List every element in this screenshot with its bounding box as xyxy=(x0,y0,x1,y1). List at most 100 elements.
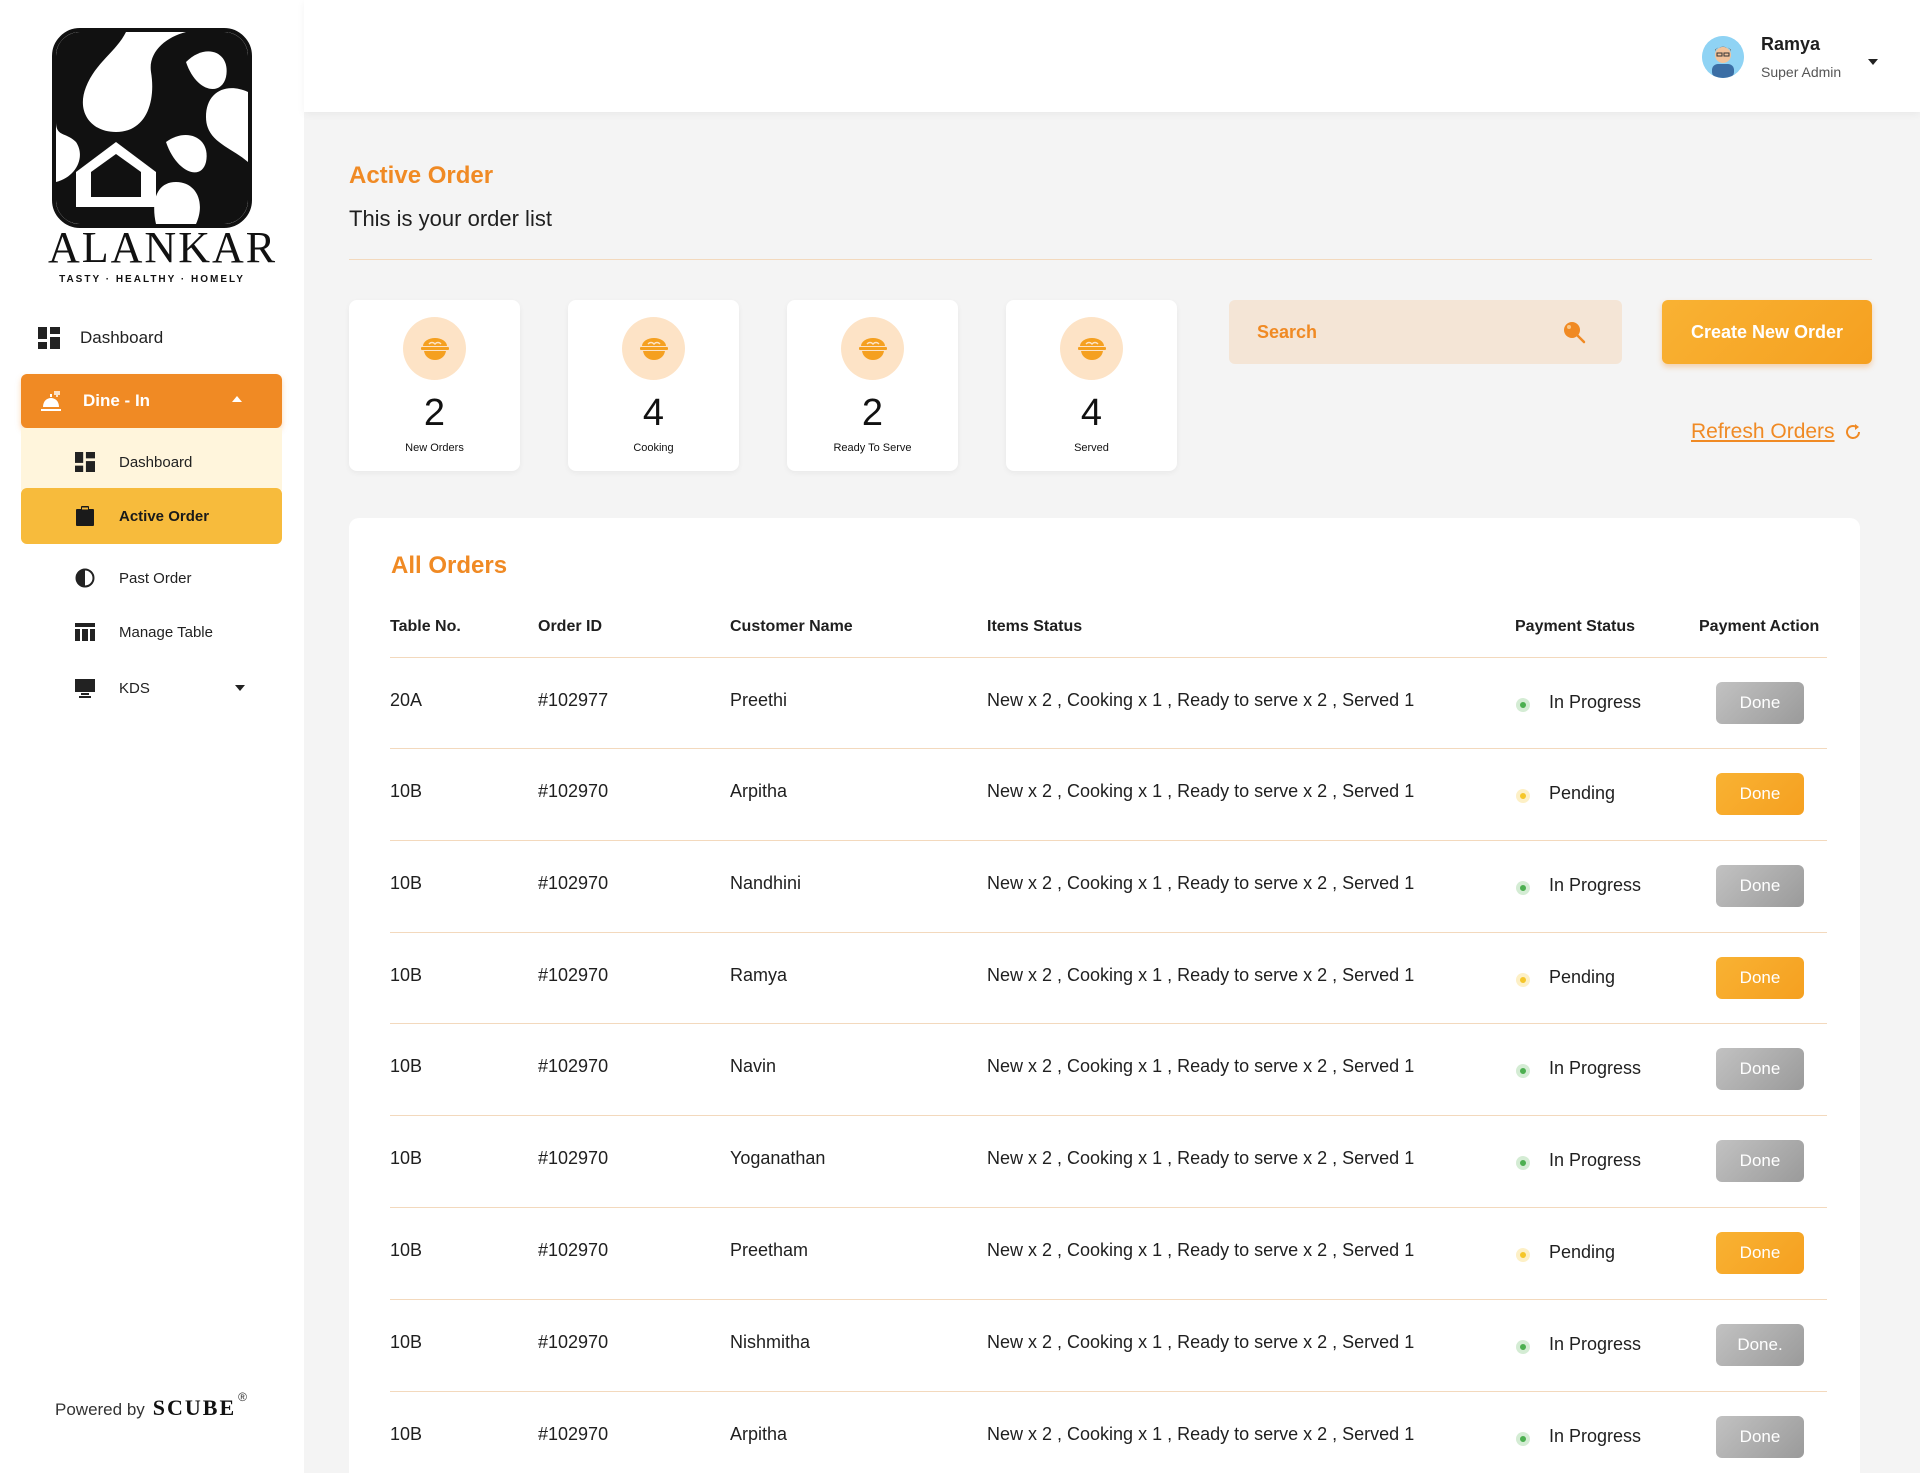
page-title: Active Order xyxy=(349,162,494,189)
cell-customer-name: Arpitha xyxy=(730,1424,788,1444)
avatar[interactable] xyxy=(1702,36,1744,78)
sidebar-item-label: Dashboard xyxy=(80,328,164,347)
logo-emblem-icon xyxy=(52,28,252,228)
payment-status: In Progress xyxy=(1549,1426,1642,1446)
brand-name: ALANKAR xyxy=(48,223,278,272)
sidebar-item-dashboard[interactable]: Dashboard xyxy=(38,322,163,354)
stat-card-new-orders[interactable]: 2 New Orders xyxy=(349,300,520,471)
table-row[interactable]: 10B #102970 Arpitha New x 2 , Cooking x … xyxy=(390,748,1827,840)
all-orders-card: All Orders Table No. Order ID Customer N… xyxy=(349,518,1860,1473)
done-button[interactable]: Done xyxy=(1716,957,1804,999)
powered-by-brand: SCUBE xyxy=(152,1395,237,1420)
sidebar-subitem-manage-table[interactable]: Manage Table xyxy=(75,616,213,648)
page-subtitle: This is your order list xyxy=(349,206,552,231)
table-row[interactable]: 10B #102970 Preetham New x 2 , Cooking x… xyxy=(390,1207,1827,1299)
dining-icon xyxy=(41,391,61,411)
cell-customer-name: Preethi xyxy=(730,690,788,710)
stat-label: Served xyxy=(1074,442,1109,454)
payment-status: In Progress xyxy=(1549,692,1642,712)
brand-logo[interactable]: ALANKAR TASTY · HEALTHY · HOMELY xyxy=(48,26,278,288)
stat-value: 4 xyxy=(1080,392,1103,434)
column-header-table-no: Table No. xyxy=(390,618,461,635)
cell-items-status: New x 2 , Cooking x 1 , Ready to serve x… xyxy=(987,1148,1415,1168)
done-button[interactable]: Done xyxy=(1716,865,1804,907)
sidebar-subitem-past-order[interactable]: Past Order xyxy=(75,562,192,594)
food-bowl-icon xyxy=(622,317,685,380)
cell-items-status: New x 2 , Cooking x 1 , Ready to serve x… xyxy=(987,873,1415,893)
payment-status: Pending xyxy=(1549,783,1616,803)
cell-items-status: New x 2 , Cooking x 1 , Ready to serve x… xyxy=(987,690,1415,710)
cell-order-id: #102977 xyxy=(538,690,609,710)
stat-card-ready-to-serve[interactable]: 2 Ready To Serve xyxy=(787,300,958,471)
sidebar-subitem-active-order[interactable]: Active Order xyxy=(21,488,282,544)
user-role: Super Admin xyxy=(1761,64,1842,80)
done-button[interactable]: Done xyxy=(1716,773,1804,815)
cell-customer-name: Arpitha xyxy=(730,781,788,801)
table-row[interactable]: 20A #102977 Preethi New x 2 , Cooking x … xyxy=(390,657,1827,749)
search-bar xyxy=(1229,300,1622,364)
stat-card-cooking[interactable]: 4 Cooking xyxy=(568,300,739,471)
chevron-up-icon xyxy=(232,396,242,402)
cell-table-no: 20A xyxy=(390,690,423,710)
refresh-orders-label: Refresh Orders xyxy=(1691,420,1835,443)
cell-order-id: #102970 xyxy=(538,1332,609,1352)
monitor-icon xyxy=(75,679,95,698)
stat-card-served[interactable]: 4 Served xyxy=(1006,300,1177,471)
top-header: Ramya Super Admin xyxy=(304,0,1920,112)
cell-items-status: New x 2 , Cooking x 1 , Ready to serve x… xyxy=(987,781,1415,801)
food-bowl-icon xyxy=(1060,317,1123,380)
status-dot-icon xyxy=(1516,1156,1530,1170)
column-header-items-status: Items Status xyxy=(987,618,1083,635)
sidebar-item-dine-in[interactable]: Dine - In xyxy=(21,374,282,428)
pie-chart-icon xyxy=(75,568,95,588)
table-row[interactable]: 10B #102970 Ramya New x 2 , Cooking x 1 … xyxy=(390,932,1827,1024)
column-header-customer-name: Customer Name xyxy=(730,618,853,635)
stat-value: 2 xyxy=(861,392,884,434)
cell-items-status: New x 2 , Cooking x 1 , Ready to serve x… xyxy=(987,1424,1415,1444)
done-button[interactable]: Done xyxy=(1716,1048,1804,1090)
cell-table-no: 10B xyxy=(390,1332,423,1352)
table-row[interactable]: 10B #102970 Navin New x 2 , Cooking x 1 … xyxy=(390,1023,1827,1115)
payment-status: Pending xyxy=(1549,967,1616,987)
cell-order-id: #102970 xyxy=(538,1056,609,1076)
refresh-orders-link[interactable]: Refresh Orders xyxy=(1691,420,1863,444)
search-input[interactable] xyxy=(1257,321,1557,343)
chevron-down-icon[interactable] xyxy=(1868,59,1878,65)
user-name: Ramya xyxy=(1761,34,1821,54)
refresh-icon xyxy=(1845,424,1860,439)
cell-items-status: New x 2 , Cooking x 1 , Ready to serve x… xyxy=(987,1240,1415,1260)
cell-table-no: 10B xyxy=(390,1148,423,1168)
done-button[interactable]: Done. xyxy=(1716,1324,1804,1366)
cell-customer-name: Nandhini xyxy=(730,873,802,893)
sidebar-subitem-dashboard[interactable]: Dashboard xyxy=(75,446,192,478)
cell-table-no: 10B xyxy=(390,1424,423,1444)
payment-status: In Progress xyxy=(1549,875,1642,895)
table-row[interactable]: 10B #102970 Yoganathan New x 2 , Cooking… xyxy=(390,1115,1827,1207)
status-dot-icon xyxy=(1516,881,1530,895)
cell-table-no: 10B xyxy=(390,781,423,801)
done-button[interactable]: Done xyxy=(1716,1232,1804,1274)
sidebar-item-label: KDS xyxy=(119,679,150,697)
table-row[interactable]: 10B #102970 Nandhini New x 2 , Cooking x… xyxy=(390,840,1827,932)
sidebar-subitem-kds[interactable]: KDS xyxy=(75,672,255,704)
create-new-order-button[interactable]: Create New Order xyxy=(1662,300,1872,364)
cell-customer-name: Preetham xyxy=(730,1240,809,1260)
stat-value: 2 xyxy=(423,392,446,434)
cell-order-id: #102970 xyxy=(538,1240,609,1260)
user-avatar-icon xyxy=(1702,36,1744,78)
chevron-down-icon xyxy=(235,685,245,691)
search-icon[interactable] xyxy=(1562,320,1586,344)
done-button[interactable]: Done xyxy=(1716,1140,1804,1182)
payment-status: In Progress xyxy=(1549,1334,1642,1354)
cell-table-no: 10B xyxy=(390,1056,423,1076)
stat-label: Cooking xyxy=(633,442,674,454)
cell-table-no: 10B xyxy=(390,965,423,985)
sidebar-item-label: Dashboard xyxy=(119,453,193,471)
done-button[interactable]: Done xyxy=(1716,1416,1804,1458)
table-row[interactable]: 10B #102970 Nishmitha New x 2 , Cooking … xyxy=(390,1299,1827,1391)
done-button[interactable]: Done xyxy=(1716,682,1804,724)
dashboard-icon xyxy=(75,452,95,472)
powered-by-label: Powered by xyxy=(55,1400,145,1419)
table-row[interactable]: 10B #102970 Arpitha New x 2 , Cooking x … xyxy=(390,1391,1827,1473)
status-dot-icon xyxy=(1516,973,1530,987)
